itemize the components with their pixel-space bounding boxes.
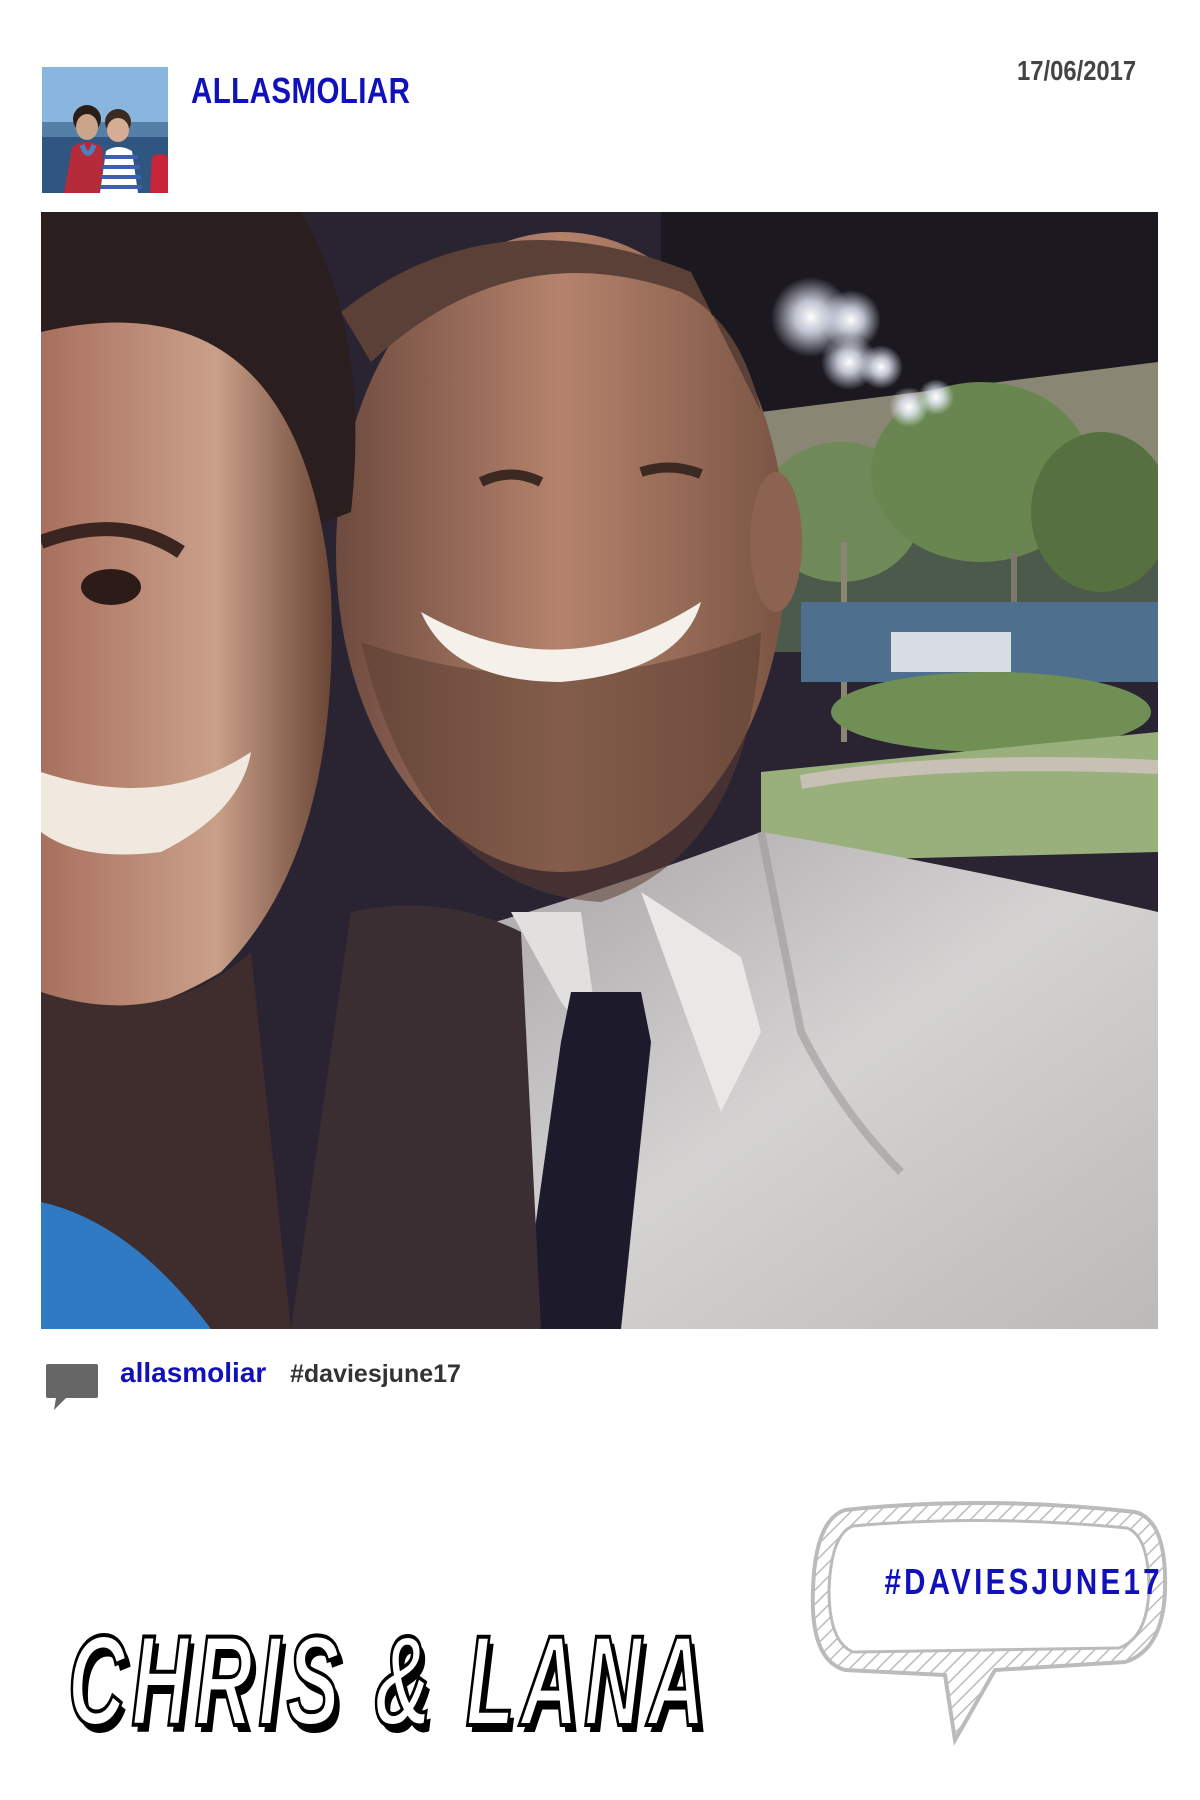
comment-icon[interactable] bbox=[44, 1362, 100, 1414]
user-avatar[interactable] bbox=[42, 67, 168, 193]
post-username[interactable]: ALLASMOLIAR bbox=[191, 70, 410, 112]
couple-title: CHRIS & LANA bbox=[67, 1610, 712, 1753]
comment-username[interactable]: allasmoliar bbox=[120, 1357, 266, 1389]
post-photo bbox=[41, 212, 1158, 1329]
bubble-hashtag: #DAVIESJUNE17 bbox=[884, 1561, 1163, 1602]
speech-bubble-icon bbox=[810, 1500, 1168, 1746]
post-date: 17/06/2017 bbox=[1016, 55, 1136, 86]
comment-hashtag[interactable]: #daviesjune17 bbox=[290, 1360, 461, 1389]
